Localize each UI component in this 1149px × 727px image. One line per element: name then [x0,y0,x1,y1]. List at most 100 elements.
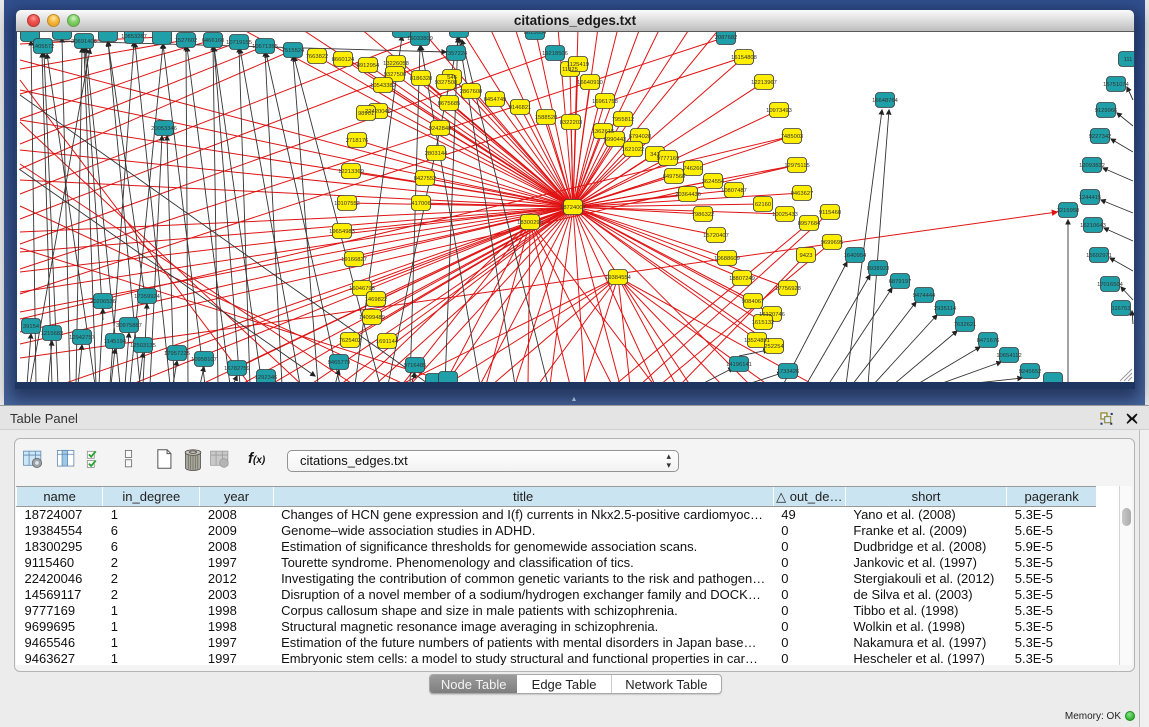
svg-text:10973493: 10973493 [766,108,792,114]
svg-text:39154: 39154 [23,324,40,330]
svg-text:12093822: 12093822 [1079,163,1105,169]
svg-text:1588520: 1588520 [535,115,558,121]
svg-text:17016504: 17016504 [1097,282,1124,288]
svg-text:6879197: 6879197 [889,279,912,285]
svg-text:62160: 62160 [755,202,771,208]
svg-text:1621022: 1621022 [622,147,645,153]
svg-text:16648764: 16648764 [872,98,899,104]
svg-text:17359924: 17359924 [134,294,161,300]
svg-text:17957225: 17957225 [164,351,190,357]
svg-text:16782759: 16782759 [224,366,250,372]
svg-text:2935114: 2935114 [934,306,957,312]
svg-text:8471676: 8471676 [977,338,1000,344]
svg-text:8186328: 8186328 [410,76,433,82]
svg-text:20053346: 20053346 [151,126,177,132]
svg-text:9423: 9423 [800,253,813,259]
svg-text:14196141: 14196141 [726,362,752,368]
svg-text:6990443: 6990443 [604,137,627,143]
svg-text:2867608: 2867608 [460,89,483,95]
svg-text:1691144: 1691144 [376,339,399,345]
svg-text:30975887: 30975887 [116,323,142,329]
svg-text:18807249: 18807249 [729,276,755,282]
svg-text:7485003: 7485003 [781,134,804,140]
svg-text:9716485: 9716485 [404,363,427,369]
svg-text:3624554: 3624554 [702,179,725,185]
svg-text:7625402: 7625402 [339,338,362,344]
svg-text:8938923: 8938923 [867,266,890,272]
svg-text:20691406: 20691406 [71,39,97,45]
svg-text:417006: 417006 [411,201,430,207]
svg-text:16046798: 16046798 [349,286,375,292]
svg-text:19384554: 19384554 [605,275,632,281]
svg-text:19654983: 19654983 [329,229,355,235]
svg-text:10688609: 10688609 [714,256,740,262]
svg-text:252254: 252254 [764,344,784,350]
svg-text:15720407: 15720407 [703,233,729,239]
svg-text:12503135: 12503135 [130,343,156,349]
svg-text:19218506: 19218506 [542,51,568,57]
svg-text:9699695: 9699695 [821,240,844,246]
svg-text:9465779: 9465779 [328,360,351,366]
svg-text:10543382: 10543382 [370,83,396,89]
svg-text:1733426: 1733426 [777,369,800,375]
svg-text:10807487: 10807487 [721,188,747,194]
svg-text:6466160: 6466160 [202,38,225,44]
svg-text:3215958: 3215958 [1057,208,1080,214]
svg-text:16640910: 16640910 [577,80,603,86]
svg-text:1215682: 1215682 [41,331,64,337]
svg-text:1292346: 1292346 [255,375,278,381]
svg-text:8912954: 8912954 [357,63,380,69]
svg-text:8813054: 8813054 [524,32,547,36]
svg-text:12975115: 12975115 [784,163,809,169]
svg-text:7515524: 7515524 [282,48,305,54]
svg-text:8427552: 8427552 [414,176,437,182]
svg-text:1362615: 1362615 [592,129,615,135]
svg-text:9084067: 9084067 [742,299,765,305]
svg-text:19166827: 19166827 [341,257,367,263]
svg-text:2087682: 2087682 [715,35,738,41]
svg-text:6794028: 6794028 [629,134,652,140]
svg-text:7955812: 7955812 [612,117,635,123]
svg-text:116753: 116753 [1112,306,1131,312]
svg-text:10958107: 10958107 [191,357,217,363]
svg-text:2718176: 2718176 [346,138,369,144]
svg-text:13226058: 13226058 [383,61,409,67]
svg-text:9327508: 9327508 [435,80,458,86]
svg-text:98901: 98901 [358,111,374,117]
svg-text:10671355: 10671355 [252,44,278,50]
svg-text:9777169: 9777169 [657,156,680,162]
svg-text:9242848: 9242848 [429,126,452,132]
svg-text:9474444: 9474444 [913,293,936,299]
svg-text:20364436: 20364436 [675,192,701,198]
svg-text:18724007: 18724007 [560,205,586,211]
svg-text:1469822: 1469822 [365,297,388,303]
svg-text:12213369: 12213369 [338,169,364,175]
svg-text:8957684: 8957684 [798,221,821,227]
svg-text:16120746: 16120746 [759,312,785,318]
svg-text:15692971: 15692971 [1086,253,1112,259]
svg-text:8675685: 8675685 [438,101,461,107]
svg-text:9146821: 9146821 [509,105,532,111]
svg-text:111: 111 [1124,57,1133,63]
svg-text:9129966: 9129966 [1095,108,1118,114]
svg-text:20206536: 20206536 [90,299,116,305]
svg-text:7632621: 7632621 [954,322,977,328]
svg-text:10107552: 10107552 [334,201,360,207]
svg-text:14099489: 14099489 [359,315,385,321]
svg-text:1640954: 1640954 [844,253,867,259]
svg-text:9327500: 9327500 [384,72,407,78]
svg-text:16154808: 16154808 [731,55,757,61]
svg-text:1244415: 1244415 [1079,195,1102,201]
svg-text:8322203: 8322203 [560,120,583,126]
svg-text:10654112: 10654112 [996,353,1021,359]
svg-text:1527602: 1527602 [175,38,198,44]
svg-text:9245652: 9245652 [1019,369,1042,375]
svg-text:7663822: 7663822 [306,54,329,60]
svg-text:16033809: 16033809 [407,36,433,42]
svg-text:9227342: 9227342 [1089,134,1112,140]
svg-text:1405572: 1405572 [32,44,55,50]
svg-text:9115460: 9115460 [819,210,841,216]
svg-text:15751074: 15751074 [1103,82,1130,88]
svg-text:10719155: 10719155 [226,40,252,46]
svg-text:2803144: 2803144 [425,151,448,157]
